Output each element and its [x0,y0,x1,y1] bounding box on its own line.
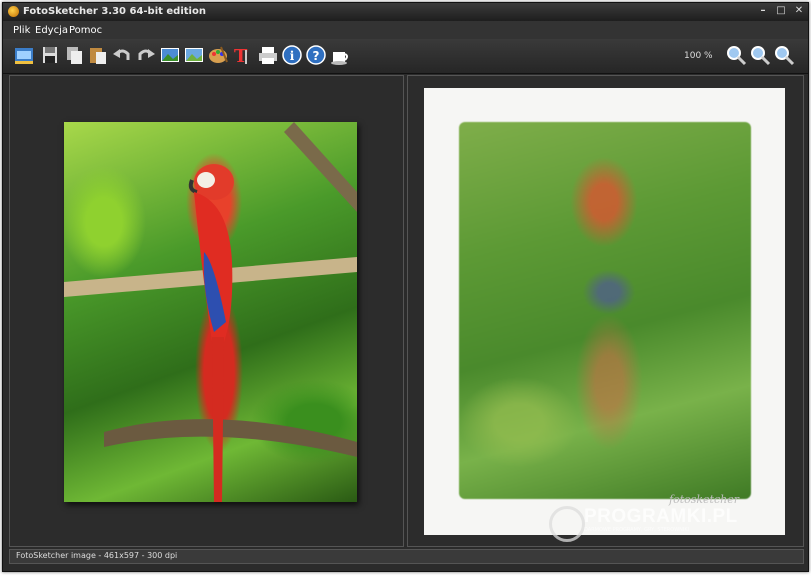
paint-palette-icon[interactable] [207,44,229,66]
svg-text:i: i [290,49,295,63]
zoom-out-icon[interactable] [773,44,795,66]
watermark-logo-icon [549,506,585,542]
open-icon[interactable] [13,44,35,66]
sketch-view-icon[interactable] [183,44,205,66]
help-icon[interactable]: ? [305,44,327,66]
sketch-paper: fotosketcher PROGRAMKI.PL DARMOWE PROGRA… [424,88,785,542]
app-logo-icon [8,6,19,17]
zoom-fit-icon[interactable] [749,44,771,66]
watermark-subtitle: DARMOWE PROGRAMY, GRY, STEROWNIKI [584,527,690,533]
title-bar: FotoSketcher 3.30 64-bit edition – □ ✕ [3,3,808,21]
undo-icon[interactable] [111,44,133,66]
app-window: FotoSketcher 3.30 64-bit edition – □ ✕ P… [2,2,809,572]
maximize-button[interactable]: □ [776,5,786,17]
coffee-icon[interactable] [329,44,351,66]
sketch-result [459,122,751,499]
menu-pomoc[interactable]: Pomoc [69,25,102,36]
svg-text:?: ? [313,49,320,63]
close-button[interactable]: ✕ [794,5,804,17]
original-photo [64,122,357,502]
menu-edycja[interactable]: Edycja [35,25,68,36]
text-icon[interactable]: T [231,44,253,66]
redo-icon[interactable] [135,44,157,66]
menu-bar: Plik Edycja Pomoc [3,21,808,39]
window-title: FotoSketcher 3.30 64-bit edition [23,6,206,17]
sketch-preview-pane[interactable]: fotosketcher PROGRAMKI.PL DARMOWE PROGRA… [407,75,804,547]
print-icon[interactable] [257,44,279,66]
menu-plik[interactable]: Plik [13,25,30,36]
paste-icon[interactable] [87,44,109,66]
toolbar: T i ? 100 % [3,39,808,74]
original-image-pane[interactable] [9,75,404,547]
image-view-icon[interactable] [159,44,181,66]
zoom-level: 100 % [684,51,713,61]
save-icon[interactable] [39,44,61,66]
copy-icon[interactable] [63,44,85,66]
info-icon[interactable]: i [281,44,303,66]
watermark: PROGRAMKI.PL [584,506,738,527]
status-bar: FotoSketcher image - 461x597 - 300 dpi [9,549,804,564]
zoom-in-icon[interactable] [725,44,747,66]
status-text: FotoSketcher image - 461x597 - 300 dpi [16,551,178,560]
minimize-button[interactable]: – [758,5,768,17]
sketch-signature: fotosketcher [669,493,739,506]
